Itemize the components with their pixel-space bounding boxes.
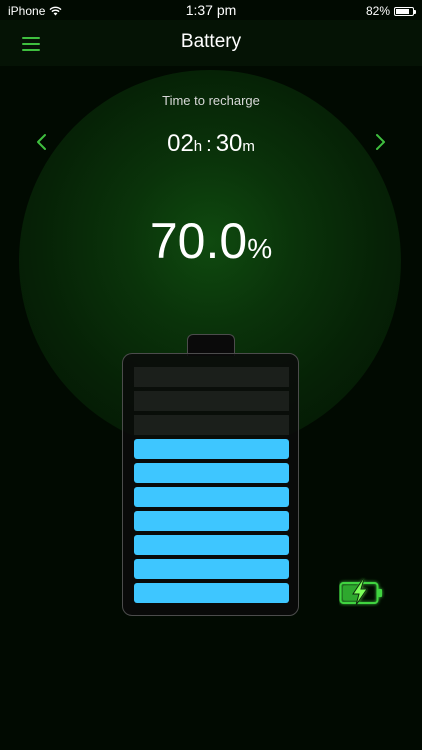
status-time: 1:37 pm (185, 2, 237, 18)
battery-cell-filled (134, 559, 289, 579)
hours-value: 02 (167, 130, 194, 157)
nav-bar: Battery (0, 20, 422, 66)
battery-cell-empty (134, 367, 289, 387)
chevron-right-icon[interactable] (375, 133, 387, 151)
battery-cell-filled (134, 535, 289, 555)
battery-cell-filled (134, 439, 289, 459)
minutes-unit: m (242, 138, 255, 155)
recharge-label: Time to recharge (162, 93, 260, 108)
minutes-value: 30 (215, 130, 243, 157)
status-battery-percent: 82% (365, 4, 390, 18)
battery-cell-empty (134, 391, 289, 411)
time-separator: : (206, 134, 212, 156)
status-battery-fill (396, 8, 410, 14)
battery-screen: iPhone 1:37 pm 82% Battery Time to recha… (0, 0, 422, 750)
battery-cell-empty (134, 415, 289, 435)
battery-cell-filled (134, 487, 289, 507)
charging-battery-icon[interactable] (339, 577, 385, 607)
hours-unit: h (193, 138, 203, 155)
battery-cell-filled (134, 463, 289, 483)
time-to-recharge: 02h:30m (0, 130, 422, 158)
percent-sign: % (247, 233, 273, 264)
status-battery: 82% (365, 4, 416, 18)
percent-value: 70.0 (149, 213, 248, 269)
status-bar: iPhone 1:37 pm 82% (0, 0, 422, 20)
page-title: Battery (180, 31, 242, 52)
battery-cell-filled (134, 583, 289, 603)
status-battery-icon (394, 6, 416, 16)
battery-cell-filled (134, 511, 289, 531)
battery-percent: 70.0% (0, 212, 422, 270)
